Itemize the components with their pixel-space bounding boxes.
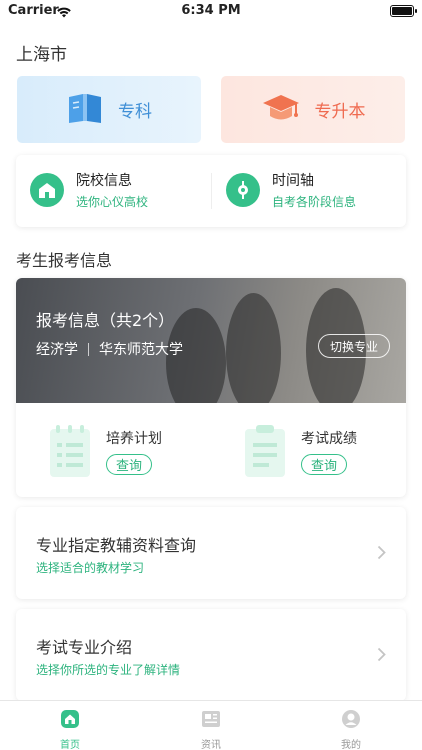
- chevron-right-icon: [377, 545, 386, 564]
- status-bar: Carrier 6:34 PM: [0, 0, 422, 24]
- training-plan-item[interactable]: 培养计划 查询: [48, 423, 162, 479]
- exam-info-card: 报考信息（共2个） 经济学 华东师范大学 切换专业 培养计划 查询 考试成绩 查…: [16, 278, 406, 497]
- exam-score-item[interactable]: 考试成绩 查询: [243, 423, 357, 479]
- timeline-icon: [226, 173, 260, 207]
- tab-profile-label: 我的: [341, 740, 361, 750]
- tab-profile[interactable]: 我的: [321, 709, 381, 750]
- tab-news[interactable]: 资讯: [181, 709, 241, 750]
- training-plan-query-button[interactable]: 查询: [106, 454, 152, 475]
- exam-major-line: 经济学 华东师范大学: [36, 339, 183, 359]
- book-icon: [66, 91, 104, 129]
- major-intro-title: 考试专业介绍: [36, 638, 133, 657]
- clock: 6:34 PM: [181, 3, 241, 18]
- banner-photo-shape: [226, 293, 281, 403]
- timeline-link[interactable]: 时间轴 自考各阶段信息: [226, 170, 356, 210]
- major-intro-subtitle: 选择你所选的专业了解详情: [36, 663, 181, 677]
- divider: [211, 173, 212, 209]
- battery-icon: [390, 5, 417, 17]
- school-info-subtitle: 选你心仪高校: [76, 195, 149, 209]
- major-name: 经济学: [36, 342, 78, 358]
- score-clipboard-icon: [243, 423, 287, 479]
- school-name: 华东师范大学: [99, 342, 183, 358]
- home-icon: [60, 709, 80, 733]
- graduation-cap-icon: [261, 92, 301, 128]
- info-links-card: 院校信息 选你心仪高校 时间轴 自考各阶段信息: [16, 155, 406, 227]
- exam-score-title: 考试成绩: [301, 431, 357, 447]
- exam-banner: 报考信息（共2个） 经济学 华东师范大学 切换专业: [16, 278, 406, 403]
- tab-news-label: 资讯: [201, 740, 221, 750]
- category-zhuanke-button[interactable]: 专科: [17, 76, 201, 143]
- school-icon: [30, 173, 64, 207]
- category-zhuanke-label: 专科: [118, 102, 152, 122]
- category-zhuanshengben-button[interactable]: 专升本: [221, 76, 405, 143]
- news-icon: [201, 709, 221, 733]
- school-info-link[interactable]: 院校信息 选你心仪高校: [30, 170, 148, 210]
- major-intro-card[interactable]: 考试专业介绍 选择你所选的专业了解详情: [16, 609, 406, 701]
- category-zhuanshengben-label: 专升本: [314, 102, 366, 122]
- separator: [88, 342, 89, 356]
- school-info-title: 院校信息: [76, 173, 132, 189]
- exam-section-heading: 考生报考信息: [16, 251, 113, 270]
- city-selector[interactable]: 上海市: [16, 40, 67, 65]
- switch-major-button[interactable]: 切换专业: [318, 334, 390, 358]
- tab-home[interactable]: 首页: [40, 709, 100, 750]
- exam-score-query-button[interactable]: 查询: [301, 454, 347, 475]
- chevron-right-icon: [377, 647, 386, 666]
- tab-bar: 首页 资讯 我的: [0, 700, 422, 750]
- exam-banner-title: 报考信息（共2个）: [36, 311, 175, 330]
- tab-home-label: 首页: [60, 740, 80, 750]
- training-plan-title: 培养计划: [106, 431, 162, 447]
- textbook-query-subtitle: 选择适合的教材学习: [36, 561, 145, 575]
- profile-icon: [341, 709, 361, 733]
- timeline-subtitle: 自考各阶段信息: [272, 195, 357, 209]
- timeline-title: 时间轴: [272, 173, 314, 189]
- textbook-query-card[interactable]: 专业指定教辅资料查询 选择适合的教材学习: [16, 507, 406, 599]
- textbook-query-title: 专业指定教辅资料查询: [36, 536, 197, 555]
- plan-doc-icon: [48, 423, 92, 479]
